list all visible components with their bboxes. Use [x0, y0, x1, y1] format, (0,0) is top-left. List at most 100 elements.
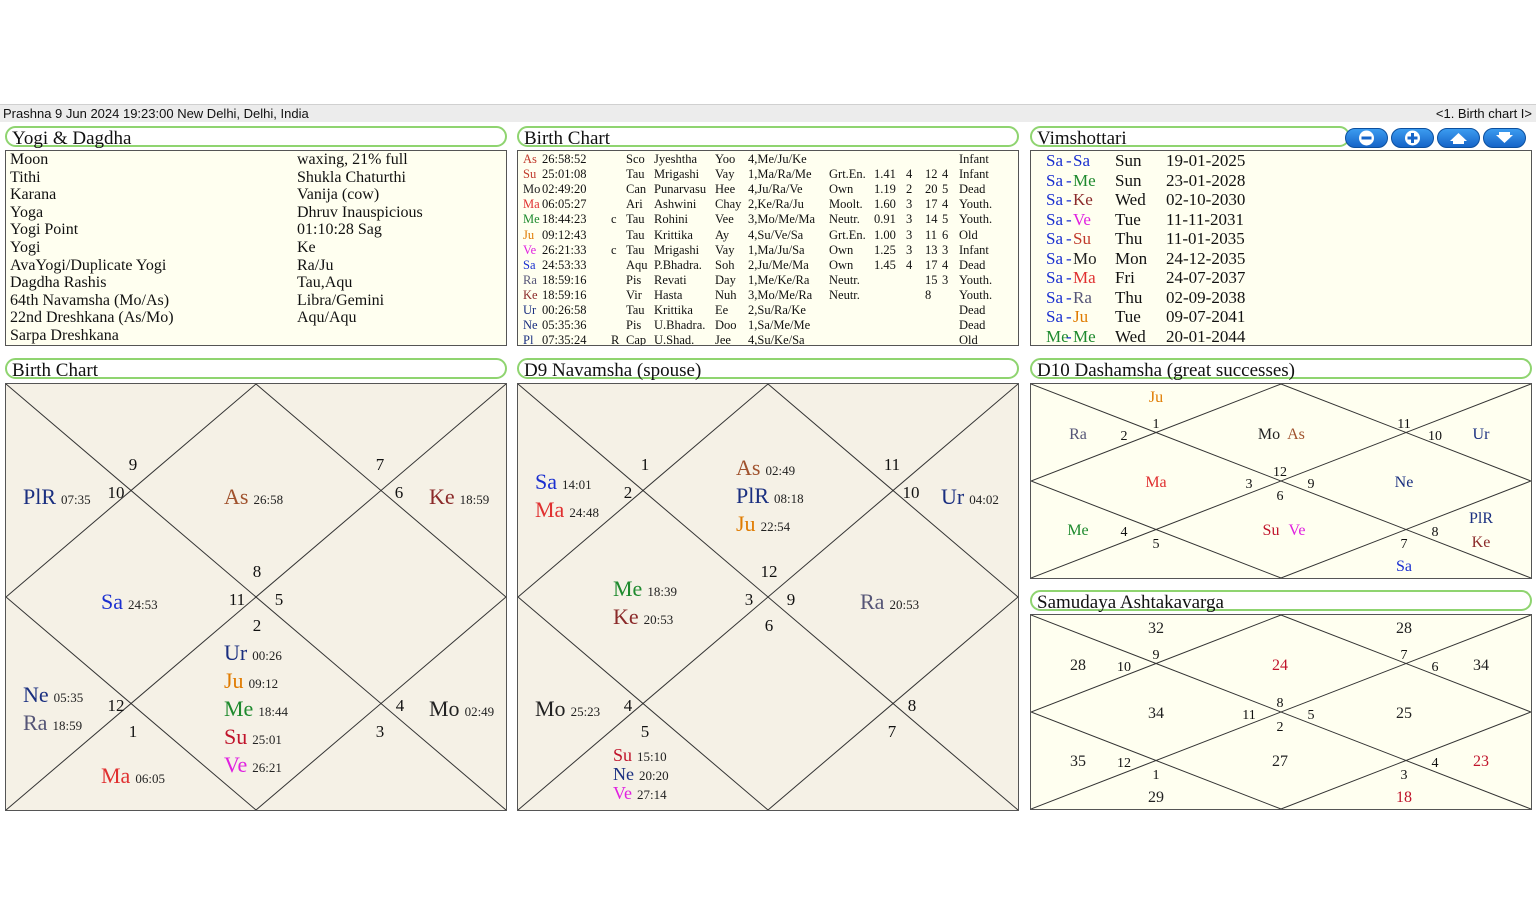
planet-pada: 1,Me/Ke/Ra — [748, 272, 810, 287]
planet-row[interactable]: Ma 06:05:27 Ari Ashwini Chay 2,Ke/Ra/Ju Moolt.… — [518, 197, 1018, 212]
sign-number: 11 — [1397, 417, 1410, 432]
planet-row[interactable]: Me 18:44:23 c Tau Rohini Vee 3,Mo/Me/Ma Neutr. 0… — [518, 212, 1018, 227]
dasha-date: 11-01-2035 — [1166, 229, 1245, 248]
yogi-label: AvaYogi/Duplicate Yogi — [10, 256, 167, 274]
dasha-row[interactable]: Sa - Mo Mon 24-12-2035 — [1031, 249, 1531, 268]
planet-row[interactable]: Pl 07:35:24 R Cap U.Shad. Jee 4,Su/Ke/Sa Old — [518, 333, 1018, 346]
planet-label: Me — [1067, 522, 1088, 539]
dashamsha-diagram[interactable]: 121110123 964587JuRa Mo As UrMa NeMe Su VePlRKe… — [1031, 384, 1531, 578]
sign-number: 9 — [787, 590, 796, 609]
planet-row[interactable]: Sa 24:53:33 Aqu P.Bhadra. Soh 2,Ju/Me/Ma Own 1.… — [518, 258, 1018, 273]
planet-name: Ur — [523, 303, 537, 317]
planet-row[interactable]: Su 25:01:08 Tau Mrigashi Vay 1,Ma/Ra/Me Grt.En… — [518, 167, 1018, 182]
bindu-score: 28 — [1070, 657, 1086, 674]
planet-deg: 00:26:58 — [542, 303, 587, 317]
planet-row[interactable]: Ke 18:59:16 Vir Hasta Nuh 3,Mo/Me/Ra Neutr. 8 Yo… — [518, 288, 1018, 303]
scroll-down-button[interactable] — [1483, 128, 1526, 148]
antardasha-lord: Ra — [1073, 287, 1092, 307]
yogi-value: Ra/Ju — [297, 256, 334, 274]
planet-sign: Tau — [626, 303, 645, 317]
collapse-button[interactable] — [1345, 128, 1388, 148]
planet-label: As 02:49 — [736, 455, 795, 480]
planet-nak: Jyeshtha — [654, 152, 698, 166]
planet-label: Ke 18:59 — [429, 484, 489, 509]
dasha-lord: Sa — [1046, 248, 1063, 268]
planet-deg: 02:49:20 — [542, 182, 587, 197]
planet-label: Ve — [1289, 522, 1306, 539]
planet-row[interactable]: As 26:58:52 Sco Jyeshtha Yoo 4,Me/Ju/Ke Infant — [518, 152, 1018, 167]
sign-number: 10 — [1428, 429, 1442, 444]
planet-row[interactable]: Ra 18:59:16 Pis Revati Day 1,Me/Ke/Ra Neutr. 15… — [518, 273, 1018, 288]
sign-number: 11 — [229, 590, 245, 609]
planet-r: R — [611, 333, 620, 346]
dasha-row[interactable]: Sa - Me Sun 23-01-2028 — [1031, 171, 1531, 190]
dasha-row[interactable]: Sa - Ke Wed 02-10-2030 — [1031, 190, 1531, 209]
dasha-date: 24-07-2037 — [1166, 268, 1246, 287]
dasha-row[interactable]: Sa - Ju Tue 09-07-2041 — [1031, 307, 1531, 326]
planet-row[interactable]: Ne 05:35:36 Pis U.Bhadra. Doo 1,Sa/Me/Me Dead — [518, 318, 1018, 333]
dasha-day: Wed — [1115, 326, 1146, 346]
planet-s4: 3 — [942, 272, 949, 287]
sign-number: 6 — [1432, 660, 1439, 675]
yogi-label: Yogi — [10, 239, 41, 256]
antardasha-lord: Ju — [1073, 307, 1089, 326]
planet-row[interactable]: Ju 09:12:43 Tau Krittika Ay 4,Su/Ve/Sa Grt.En.… — [518, 228, 1018, 243]
sign-number: 3 — [1401, 768, 1408, 783]
planet-av: Youth. — [959, 212, 993, 227]
sign-number: 7 — [1401, 537, 1408, 552]
planet-label: Sa 24:53 — [101, 589, 158, 614]
dasha-row[interactable]: Sa - Sa Sun 19-01-2025 — [1031, 151, 1531, 170]
ashtakavarga-diagram[interactable]: 9 10 7 6 8 11 5 2 12 1 4 3 32 28 28 24 34 34 25 35 27 23 29 18 — [1031, 615, 1531, 809]
planet-label: Ju 22:54 — [736, 511, 791, 536]
planet-row[interactable]: Ur 00:26:58 Tau Krittika Ee 2,Su/Ra/Ke Dead — [518, 303, 1018, 318]
sign-number: 7 — [888, 722, 897, 741]
planet-deg: 24:53:33 — [542, 257, 587, 272]
planet-s3: 14 — [925, 212, 938, 227]
planet-deg: 18:44:23 — [542, 212, 587, 227]
planet-syl: Doo — [715, 318, 737, 333]
planet-s1: 1.25 — [874, 242, 896, 257]
dasha-row[interactable]: Me - Me Wed 20-01-2044 — [1031, 327, 1531, 346]
birth-chart-panel: 9 10 7 6 8 11 5 2 12 1 4 3 PlR 07:35 As 26:58 Ke 18:59 Sa 2… — [5, 383, 507, 811]
planet-degree: 20:53 — [889, 597, 919, 612]
planet-label: Ju 09:12 — [224, 668, 278, 693]
planet-s4: 6 — [942, 227, 949, 242]
sign-number: 5 — [1153, 537, 1160, 552]
planet-degree: 06:05 — [135, 771, 165, 786]
planet-s2: 3 — [906, 212, 913, 227]
dasha-row[interactable]: Sa - Ma Fri 24-07-2037 — [1031, 268, 1531, 287]
dasha-row[interactable]: Sa - Ve Tue 11-11-2031 — [1031, 210, 1531, 229]
sign-number: 9 — [1308, 477, 1315, 492]
planet-s2: 2 — [906, 182, 913, 197]
planet-name: Ra — [523, 272, 537, 287]
chart-selector[interactable]: <1. Birth chart I> — [1436, 105, 1532, 122]
dasha-separator: - — [1066, 170, 1072, 190]
planet-degree: 18:39 — [647, 584, 677, 599]
planet-row[interactable]: Ve 26:21:33 c Tau Mrigashi Vay 1,Ma/Ju/Sa Own 1.… — [518, 243, 1018, 258]
antardasha-lord: Mo — [1073, 248, 1097, 268]
planet-nak: Mrigashi — [654, 167, 700, 182]
panel-title-yogi: Yogi & Dagdha — [5, 126, 507, 149]
dasha-separator: - — [1066, 326, 1072, 346]
navamsha-panel: 1 2 11 10 12 3 9 6 4 5 8 7 Sa 14:01 Ma 24:48 As 02:49 PlR 0… — [517, 383, 1019, 811]
birth-chart-diagram[interactable]: 910 76 8 11 52 121 43 PlR 07:35 As 26:58 Ke 18:59 Sa 2… — [6, 384, 506, 810]
planet-dig: Neutr. — [829, 212, 860, 227]
planet-syl: Jee — [715, 333, 731, 346]
planet-dig: Neutr. — [829, 287, 860, 302]
scroll-up-button[interactable] — [1437, 128, 1480, 148]
bindu-score: 18 — [1396, 789, 1412, 806]
navamsha-diagram[interactable]: 12 1110 12 3 96 45 87 Sa 14:01 Ma 24:48 As 02:49 PlR 0… — [518, 384, 1018, 810]
dasha-row[interactable]: Sa - Ra Thu 02-09-2038 — [1031, 288, 1531, 307]
sign-number: 9 — [1153, 648, 1160, 663]
dasha-row[interactable]: Sa - Su Thu 11-01-2035 — [1031, 229, 1531, 248]
dasha-date: 24-12-2035 — [1166, 248, 1246, 268]
planet-s3: 11 — [925, 227, 938, 242]
planet-pada: 4,Su/Ve/Sa — [748, 227, 804, 242]
antardasha-lord: Ke — [1073, 190, 1093, 209]
planet-s4: 5 — [942, 212, 949, 227]
planet-row[interactable]: Mo 02:49:20 Can Punarvasu Hee 4,Ju/Ra/Ve Own 1.… — [518, 182, 1018, 197]
expand-button[interactable] — [1391, 128, 1434, 148]
planet-s3: 17 — [925, 257, 938, 272]
planet-name: Su — [523, 167, 537, 182]
dasha-date: 19-01-2025 — [1166, 151, 1246, 170]
